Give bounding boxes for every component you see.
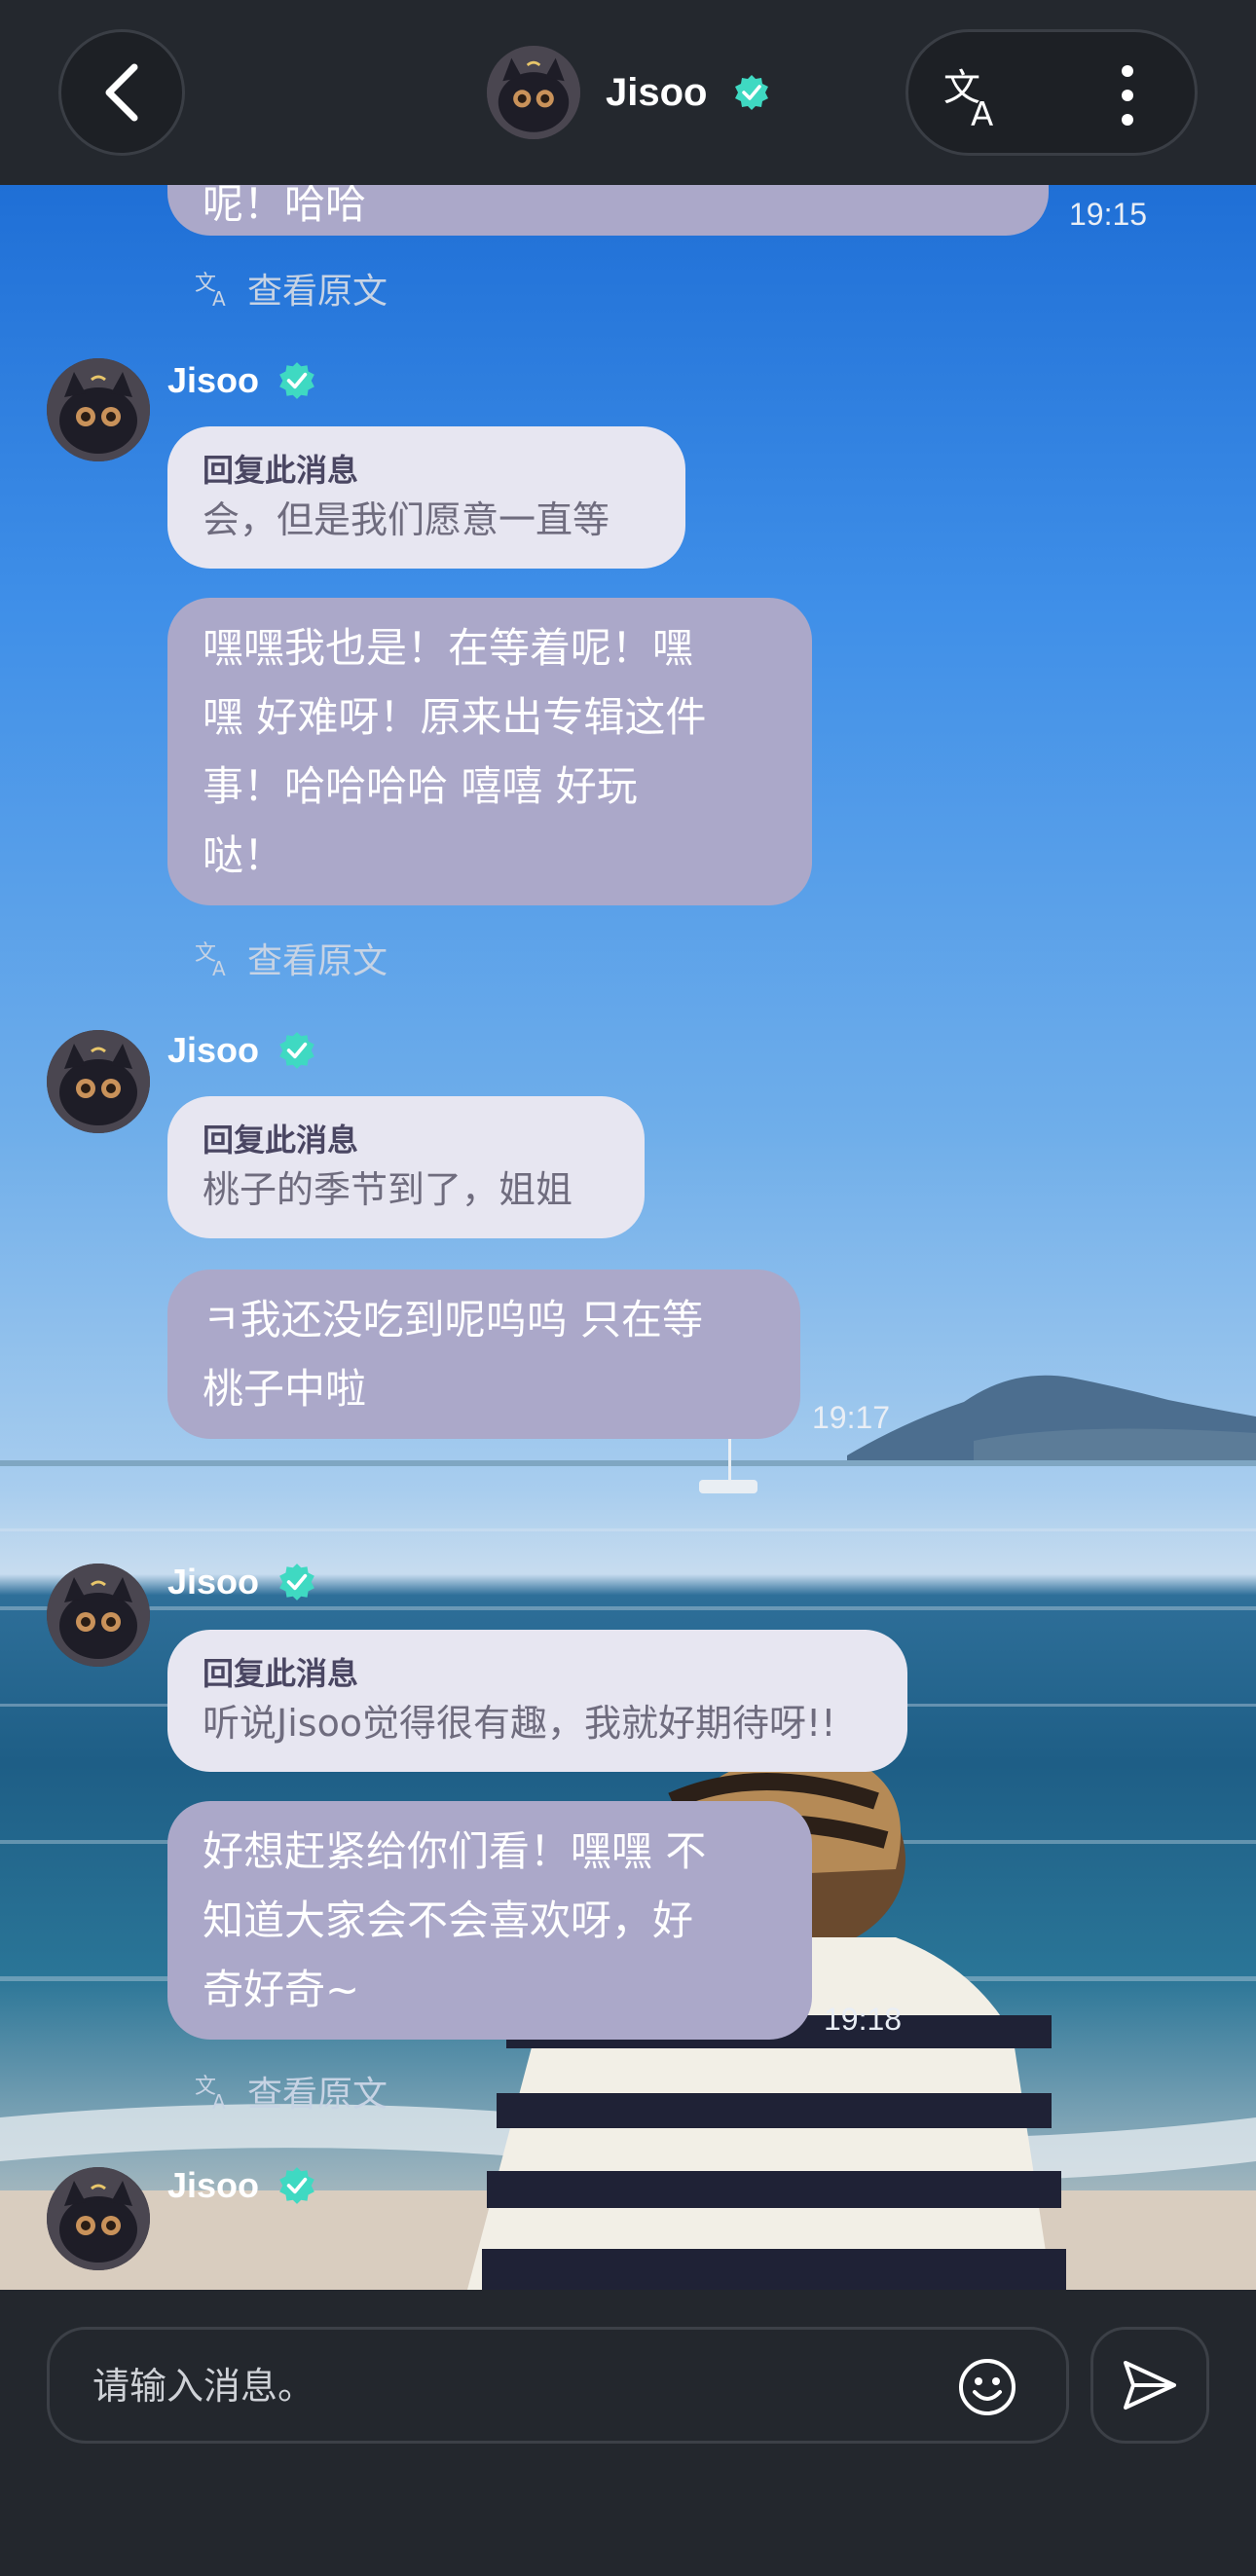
reply-title: 回复此消息 — [203, 1122, 359, 1159]
translate-icon: 文 A — [195, 941, 226, 977]
message-bubble[interactable]: 嘿嘿我也是！在等着呢！嘿 嘿 好难呀！原来出专辑这件 事！哈哈哈哈 嘻嘻 好玩 … — [167, 598, 812, 905]
reply-title: 回复此消息 — [203, 1655, 359, 1692]
verified-badge-icon — [279, 1032, 314, 1069]
reply-text: 会，但是我们愿意一直等 — [203, 498, 610, 541]
translate-icon: 文 A — [195, 272, 226, 308]
svg-text:A: A — [212, 287, 226, 308]
reply-title: 回复此消息 — [203, 452, 359, 489]
send-button[interactable] — [1090, 2327, 1209, 2444]
verified-badge-icon — [735, 75, 769, 110]
message-line: 知道大家会不会喜欢呀，好 — [203, 1896, 694, 1944]
verified-badge-icon — [279, 2167, 314, 2204]
message-input-box[interactable] — [47, 2327, 1069, 2444]
message-time: 19:15 — [1069, 197, 1148, 232]
verified-badge-icon — [279, 1564, 314, 1601]
smiley-icon[interactable] — [957, 2357, 1017, 2417]
svg-text:A: A — [212, 2090, 226, 2111]
chevron-left-icon — [105, 63, 138, 122]
reply-quote[interactable]: 回复此消息 桃子的季节到了，姐姐 — [167, 1096, 645, 1238]
message-line: 事！哈哈哈哈 嘻嘻 好玩 — [203, 762, 638, 810]
svg-text:A: A — [971, 95, 993, 129]
message-line: ㅋ我还没吃到呢呜呜 只在等 — [203, 1296, 703, 1343]
sender-name: Jisoo — [167, 1030, 317, 1071]
chat-title[interactable]: Jisoo — [487, 44, 771, 141]
chat-area[interactable]: 呢！哈哈 19:15 文 A 查看原文 Jisoo 回复此消息 会，但是我们愿意… — [0, 185, 1256, 2290]
reply-quote[interactable]: 回复此消息 听说Jisoo觉得很有趣，我就好期待呀!! — [167, 1630, 907, 1772]
avatar[interactable] — [47, 358, 150, 461]
message-line: 哒！ — [203, 831, 285, 879]
reply-text: 听说Jisoo觉得很有趣，我就好期待呀!! — [203, 1702, 836, 1745]
message-bubble[interactable]: 呢！哈哈 — [167, 185, 1049, 236]
more-vertical-icon[interactable] — [1113, 61, 1142, 129]
message-line: 嘿 好难呀！原来出专辑这件 — [203, 693, 707, 741]
message-line: 奇好奇~ — [203, 1966, 360, 2013]
avatar[interactable] — [47, 1030, 150, 1133]
reply-text: 桃子的季节到了，姐姐 — [203, 1168, 573, 1211]
sender-name: Jisoo — [167, 1562, 317, 1602]
view-original-link[interactable]: 文 A 查看原文 — [195, 263, 388, 313]
composer-bar — [0, 2290, 1256, 2576]
verified-badge-icon — [279, 362, 314, 399]
avatar[interactable] — [47, 2167, 150, 2270]
view-original-link[interactable]: 文 A 查看原文 — [195, 933, 388, 983]
sender-name: Jisoo — [167, 2165, 317, 2206]
reply-quote[interactable]: 回复此消息 会，但是我们愿意一直等 — [167, 426, 685, 569]
back-button[interactable] — [58, 29, 185, 156]
top-bar: Jisoo 文 A — [0, 0, 1256, 185]
view-original-link[interactable]: 文 A 查看原文 — [195, 2066, 388, 2116]
message-bubble[interactable]: ㅋ我还没吃到呢呜呜 只在等 桃子中啦 — [167, 1270, 800, 1439]
page-title: Jisoo — [606, 70, 708, 114]
header-avatar — [487, 46, 580, 139]
translate-icon[interactable]: 文 A — [942, 61, 1010, 129]
message-time: 19:18 — [824, 2002, 903, 2037]
avatar[interactable] — [47, 1564, 150, 1667]
message-bubble[interactable]: 好想赶紧给你们看！嘿嘿 不 知道大家会不会喜欢呀，好 奇好奇~ — [167, 1801, 812, 2040]
sender-name: Jisoo — [167, 360, 317, 401]
svg-text:A: A — [212, 957, 226, 977]
message-time: 19:17 — [812, 1400, 891, 1435]
header-actions: 文 A — [905, 29, 1198, 156]
translate-icon: 文 A — [195, 2075, 226, 2111]
message-line: 桃子中啦 — [203, 1365, 367, 1413]
send-icon — [1124, 2361, 1176, 2410]
message-line: 嘿嘿我也是！在等着呢！嘿 — [203, 624, 694, 672]
message-input[interactable] — [92, 2349, 949, 2423]
message-text: 呢！哈哈 — [203, 185, 367, 228]
message-line: 好想赶紧给你们看！嘿嘿 不 — [203, 1827, 707, 1875]
